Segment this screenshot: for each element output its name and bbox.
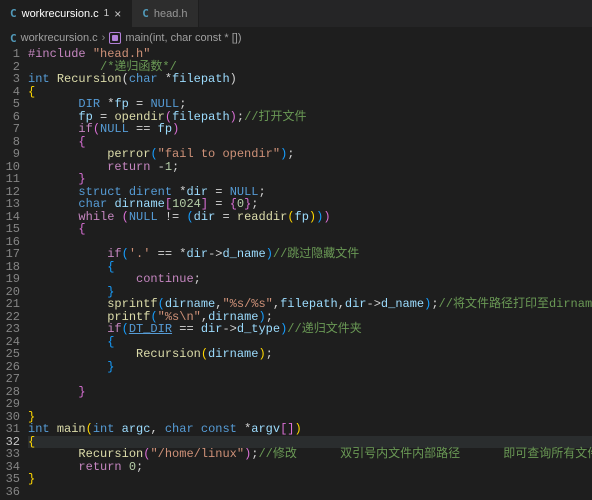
- line-number: 5: [0, 98, 20, 111]
- code-line[interactable]: }: [28, 386, 592, 399]
- close-icon[interactable]: ×: [114, 8, 121, 20]
- code-line[interactable]: }: [28, 361, 592, 374]
- line-number: 23: [0, 323, 20, 336]
- code-line[interactable]: if(NULL == fp): [28, 123, 592, 136]
- line-number: 7: [0, 123, 20, 136]
- dirty-indicator: 1: [104, 8, 110, 19]
- line-number-gutter: 1234567891011121314151617181920212223242…: [0, 48, 28, 500]
- code-line[interactable]: return 0;: [28, 461, 592, 474]
- line-number: 35: [0, 473, 20, 486]
- code-line[interactable]: }: [28, 473, 592, 486]
- code-content[interactable]: #include "head.h" /*递归函数*/int Recursion(…: [28, 48, 592, 500]
- code-line[interactable]: [28, 486, 592, 499]
- line-number: 31: [0, 423, 20, 436]
- c-file-icon: C: [10, 7, 17, 20]
- line-number: 36: [0, 486, 20, 499]
- code-line[interactable]: int main(int argc, char const *argv[]): [28, 423, 592, 436]
- breadcrumb[interactable]: C workrecursion.c › main(int, char const…: [0, 28, 592, 48]
- breadcrumb-symbol[interactable]: main(int, char const * []): [125, 32, 241, 44]
- line-number: 33: [0, 448, 20, 461]
- editor[interactable]: 1234567891011121314151617181920212223242…: [0, 48, 592, 500]
- symbol-method-icon: [109, 32, 121, 44]
- code-line[interactable]: return -1;: [28, 161, 592, 174]
- breadcrumb-file[interactable]: workrecursion.c: [21, 32, 98, 44]
- c-file-icon: C: [10, 32, 17, 45]
- tab-head-h[interactable]: C head.h: [132, 0, 198, 27]
- line-number: 27: [0, 373, 20, 386]
- code-line[interactable]: [28, 373, 592, 386]
- line-number: 13: [0, 198, 20, 211]
- code-line[interactable]: [28, 398, 592, 411]
- line-number: 29: [0, 398, 20, 411]
- line-number: 17: [0, 248, 20, 261]
- chevron-right-icon: ›: [102, 32, 106, 44]
- tab-label: head.h: [154, 8, 188, 20]
- line-number: 1: [0, 48, 20, 61]
- line-number: 21: [0, 298, 20, 311]
- line-number: 19: [0, 273, 20, 286]
- tab-label: workrecursion.c: [22, 8, 99, 20]
- code-line[interactable]: int Recursion(char *filepath): [28, 73, 592, 86]
- code-line[interactable]: while (NULL != (dir = readdir(fp))): [28, 211, 592, 224]
- tab-bar: C workrecursion.c 1 × C head.h: [0, 0, 592, 28]
- line-number: 11: [0, 173, 20, 186]
- line-number: 9: [0, 148, 20, 161]
- tab-workrecursion[interactable]: C workrecursion.c 1 ×: [0, 0, 132, 27]
- line-number: 25: [0, 348, 20, 361]
- c-file-icon: C: [142, 7, 149, 20]
- code-line[interactable]: {: [28, 223, 592, 236]
- line-number: 15: [0, 223, 20, 236]
- line-number: 3: [0, 73, 20, 86]
